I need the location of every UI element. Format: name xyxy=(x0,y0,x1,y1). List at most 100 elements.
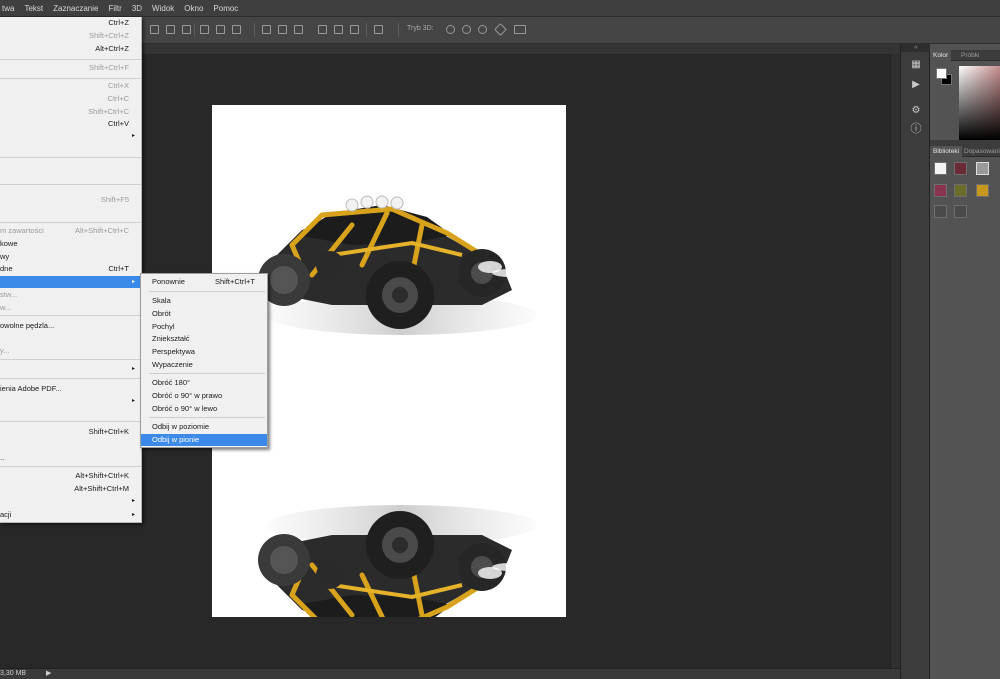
menu-row-perspective-warp[interactable]: wy xyxy=(0,251,141,263)
toolbar-divider xyxy=(254,23,255,37)
adjustment-levels-icon[interactable] xyxy=(954,162,967,175)
menu-row-auto-align-layers[interactable]: stw... xyxy=(0,289,141,301)
menu-row-convert-profile[interactable]: .. xyxy=(0,452,141,464)
distribute-top-icon[interactable] xyxy=(262,25,271,34)
distribute-bottom-icon[interactable] xyxy=(294,25,303,34)
menu-row-menus[interactable]: Alt+Shift+Ctrl+M xyxy=(0,483,141,495)
color-picker-field[interactable] xyxy=(959,66,1000,140)
menu-separator xyxy=(0,466,141,467)
submenu-flip-vertical[interactable]: Odbij w pionie xyxy=(141,434,267,446)
menu-row-fade[interactable]: Shift+Ctrl+F xyxy=(0,62,141,74)
submenu-rotate[interactable]: Obrót xyxy=(141,308,267,320)
submenu-rotate-180[interactable]: Obróć 180° xyxy=(141,377,267,389)
menu-view[interactable]: Widok xyxy=(147,0,179,17)
menu-row-define-brush[interactable]: owolne pędzla... xyxy=(0,320,141,332)
adjustment-balance-icon[interactable] xyxy=(954,184,967,197)
menu-row-presets[interactable]: ▸ xyxy=(0,395,141,407)
align-bottom-icon[interactable] xyxy=(182,25,191,34)
adjustment-huesat-icon[interactable] xyxy=(934,184,947,197)
menu-row-toolbar[interactable]: ▸ xyxy=(0,495,141,507)
menu-row-keyboard-shortcuts[interactable]: Alt+Shift+Ctrl+K xyxy=(0,470,141,482)
menu-separator xyxy=(149,373,265,374)
align-hcenter-icon[interactable] xyxy=(216,25,225,34)
menu-edit-partial[interactable]: twa xyxy=(0,0,19,17)
tab-adjustments[interactable]: Dopasowania xyxy=(961,146,1000,157)
menu-row-copy-merged[interactable]: Shift+Ctrl+C xyxy=(0,106,141,118)
menu-row-transform[interactable]: ▸ xyxy=(0,276,141,288)
edit-menu-dropdown: Ctrl+Z Shift+Ctrl+Z Alt+Ctrl+Z Shift+Ctr… xyxy=(0,17,142,523)
collapse-panels-icon[interactable]: « xyxy=(901,44,931,52)
info-icon[interactable]: ⓘ xyxy=(909,122,923,136)
submenu-rotate-90-ccw[interactable]: Obróć o 90° w lewo xyxy=(141,403,267,415)
menu-row-paste[interactable]: Ctrl+V xyxy=(0,118,141,130)
tab-swatches[interactable]: Próbki xyxy=(958,50,982,61)
menu-window[interactable]: Okno xyxy=(179,0,208,17)
menu-row-step-forward[interactable]: Shift+Ctrl+Z xyxy=(0,30,141,42)
align-left-icon[interactable] xyxy=(200,25,209,34)
menu-row-purge[interactable]: ▸ xyxy=(0,363,141,375)
foreground-color-swatch[interactable] xyxy=(936,68,947,79)
submenu-again[interactable]: Ponownie Shift+Ctrl+T xyxy=(141,276,267,288)
submenu-flip-horizontal[interactable]: Odbij w poziomie xyxy=(141,421,267,433)
submenu-perspective[interactable]: Perspektywa xyxy=(141,346,267,358)
menu-row-auto-blend-layers[interactable]: w... xyxy=(0,302,141,314)
menu-separator xyxy=(0,59,141,60)
adjustment-curves-icon[interactable] xyxy=(976,162,989,175)
menu-separator xyxy=(0,359,141,360)
adjustment-photofilter-icon[interactable] xyxy=(976,184,989,197)
adjustment-invert-icon[interactable] xyxy=(934,205,947,218)
menu-row-undo[interactable]: Ctrl+Z xyxy=(0,17,141,29)
menu-select[interactable]: Zaznaczanie xyxy=(48,0,103,17)
menu-row-puppet-warp[interactable]: kowe xyxy=(0,238,141,250)
menu-row-step-backward[interactable]: Alt+Ctrl+Z xyxy=(0,43,141,55)
tab-color[interactable]: Kolor xyxy=(930,50,952,61)
align-top-icon[interactable] xyxy=(150,25,159,34)
menu-separator xyxy=(0,184,141,185)
distribute-right-icon[interactable] xyxy=(350,25,359,34)
auto-align-icon[interactable] xyxy=(374,25,383,34)
tab-libraries[interactable]: Biblioteki xyxy=(930,146,963,157)
right-panel-dock: Kolor Próbki Biblioteki Dopasowania xyxy=(930,44,1000,679)
menu-separator xyxy=(149,417,265,418)
buggy-flipped xyxy=(258,505,537,617)
menu-row-free-transform[interactable]: dne Ctrl+T xyxy=(0,263,141,275)
menu-row-content-aware-scale[interactable]: m zawartości Alt+Shift+Ctrl+C xyxy=(0,225,141,237)
orbit-3d-icon[interactable] xyxy=(446,25,455,34)
submenu-skew[interactable]: Pochyl xyxy=(141,321,267,333)
align-vcenter-icon[interactable] xyxy=(166,25,175,34)
menu-row-paste-special[interactable]: ▸ xyxy=(0,130,141,142)
roll-3d-icon[interactable] xyxy=(462,25,471,34)
menu-row-cut[interactable]: Ctrl+X xyxy=(0,80,141,92)
submenu-warp[interactable]: Wypaczenie xyxy=(141,359,267,371)
slide-3d-icon[interactable] xyxy=(494,23,507,36)
scale-3d-icon[interactable] xyxy=(514,25,526,34)
buggy-upright xyxy=(258,195,537,335)
submenu-scale[interactable]: Skala xyxy=(141,295,267,307)
actions-play-icon[interactable]: ▶ xyxy=(909,78,923,92)
status-bar: 3,30 MB ▶ xyxy=(0,668,900,679)
menu-bar: twa Tekst Zaznaczanie Filtr 3D Widok Okn… xyxy=(0,0,1000,17)
menu-help[interactable]: Pomoc xyxy=(208,0,243,17)
menu-row-copy[interactable]: Ctrl+C xyxy=(0,93,141,105)
menu-row-pdf-presets[interactable]: ienia Adobe PDF... xyxy=(0,383,141,395)
menu-filter[interactable]: Filtr xyxy=(103,0,126,17)
menu-row-preferences[interactable]: acji ▸ xyxy=(0,509,141,521)
pan-3d-icon[interactable] xyxy=(478,25,487,34)
distribute-vcenter-icon[interactable] xyxy=(278,25,287,34)
status-menu-arrow-icon[interactable]: ▶ xyxy=(46,669,51,677)
submenu-distort[interactable]: Zniekształć xyxy=(141,333,267,345)
history-icon[interactable]: ▦ xyxy=(909,58,923,72)
distribute-hcenter-icon[interactable] xyxy=(334,25,343,34)
distribute-left-icon[interactable] xyxy=(318,25,327,34)
menu-row-fill[interactable]: Shift+F5 xyxy=(0,194,141,206)
menu-row-define-shape[interactable]: y... xyxy=(0,345,141,357)
properties-icon[interactable]: ⚙ xyxy=(909,104,923,118)
adjustment-posterize-icon[interactable] xyxy=(954,205,967,218)
align-right-icon[interactable] xyxy=(232,25,241,34)
menu-3d[interactable]: 3D xyxy=(127,0,147,17)
menu-text[interactable]: Tekst xyxy=(19,0,48,17)
menu-row-color-settings[interactable]: Shift+Ctrl+K xyxy=(0,426,141,438)
submenu-rotate-90-cw[interactable]: Obróć o 90° w prawo xyxy=(141,390,267,402)
adjustment-brightness-icon[interactable] xyxy=(934,162,947,175)
vertical-scrollbar[interactable] xyxy=(890,54,900,668)
